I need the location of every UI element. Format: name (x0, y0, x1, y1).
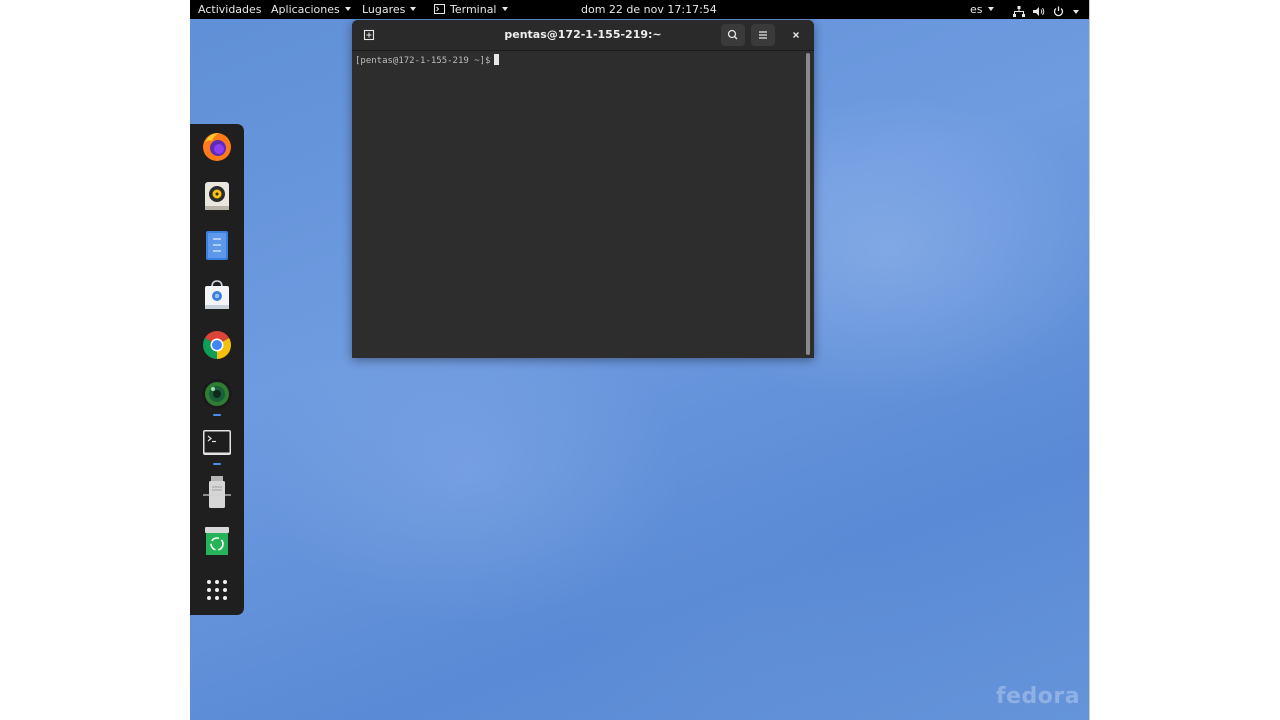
dash-dock (190, 124, 244, 615)
chrome-icon (203, 331, 231, 359)
terminal-prompt-line: [pentas@172-1-155-219 ~]$ (355, 54, 500, 67)
places-menu[interactable]: Lugares (362, 0, 417, 19)
dock-item-terminal[interactable] (200, 426, 234, 460)
dock-item-software[interactable] (200, 278, 234, 312)
close-icon (793, 32, 799, 38)
terminal-headerbar[interactable]: pentas@172-1-155-219:~ (352, 20, 814, 51)
places-menu-label: Lugares (362, 3, 406, 16)
camera-lens-icon (202, 379, 232, 409)
volume-icon (1032, 7, 1044, 16)
clock[interactable]: dom 22 de nov 17:17:54 (581, 0, 717, 19)
show-applications-grid-icon (207, 580, 227, 600)
search-icon (727, 29, 738, 40)
trash-recycle-icon (205, 527, 229, 555)
terminal-small-icon (434, 4, 445, 14)
chevron-down-icon (1072, 10, 1079, 14)
system-menu[interactable] (1013, 4, 1079, 17)
files-document-icon (206, 231, 228, 260)
power-icon (1053, 6, 1064, 17)
desktop[interactable]: Actividades Aplicaciones Lugares Termina… (190, 0, 1090, 720)
dock-item-camera[interactable] (200, 377, 234, 411)
rhythmbox-icon (205, 182, 229, 210)
hamburger-menu-icon (759, 31, 767, 39)
dock-item-chrome[interactable] (200, 328, 234, 362)
terminal-icon (203, 430, 231, 455)
network-icon (1013, 6, 1025, 17)
keyboard-layout-indicator[interactable]: es (970, 0, 994, 19)
text-cursor (494, 54, 500, 65)
chevron-down-icon (410, 7, 417, 11)
applications-menu-label: Aplicaciones (271, 3, 340, 16)
close-button[interactable] (784, 24, 808, 46)
fedora-watermark-logo: fedora (996, 684, 1081, 709)
dock-item-firefox[interactable] (200, 129, 234, 163)
chevron-down-icon (501, 7, 508, 11)
terminal-window[interactable]: pentas@172-1-155-219:~ [pentas@172-1-155… (352, 20, 814, 358)
activities-button[interactable]: Actividades (198, 0, 262, 19)
keyboard-layout-label: es (970, 3, 983, 16)
dock-item-trash[interactable] (200, 524, 234, 558)
chevron-down-icon (987, 7, 994, 11)
app-menu-terminal[interactable]: Terminal (434, 0, 508, 19)
menu-button[interactable] (751, 24, 775, 46)
dock-item-rhythmbox[interactable] (200, 179, 234, 213)
firefox-icon (203, 133, 231, 161)
app-menu-label: Terminal (450, 3, 497, 16)
running-indicator (213, 463, 221, 465)
shell-prompt: [pentas@172-1-155-219 ~]$ (355, 56, 491, 66)
top-bar: Actividades Aplicaciones Lugares Termina… (190, 0, 1089, 19)
show-applications-button[interactable] (200, 573, 234, 607)
software-store-icon (205, 280, 229, 309)
terminal-content[interactable]: [pentas@172-1-155-219 ~]$ (352, 51, 806, 358)
chevron-down-icon (344, 7, 351, 11)
dock-item-files[interactable] (200, 228, 234, 262)
running-indicator (213, 414, 221, 416)
usb-drive-icon (203, 476, 231, 508)
dock-item-usb-drive[interactable] (200, 475, 234, 509)
terminal-scrollbar[interactable] (806, 53, 810, 355)
applications-menu[interactable]: Aplicaciones (271, 0, 351, 19)
search-button[interactable] (721, 24, 745, 46)
